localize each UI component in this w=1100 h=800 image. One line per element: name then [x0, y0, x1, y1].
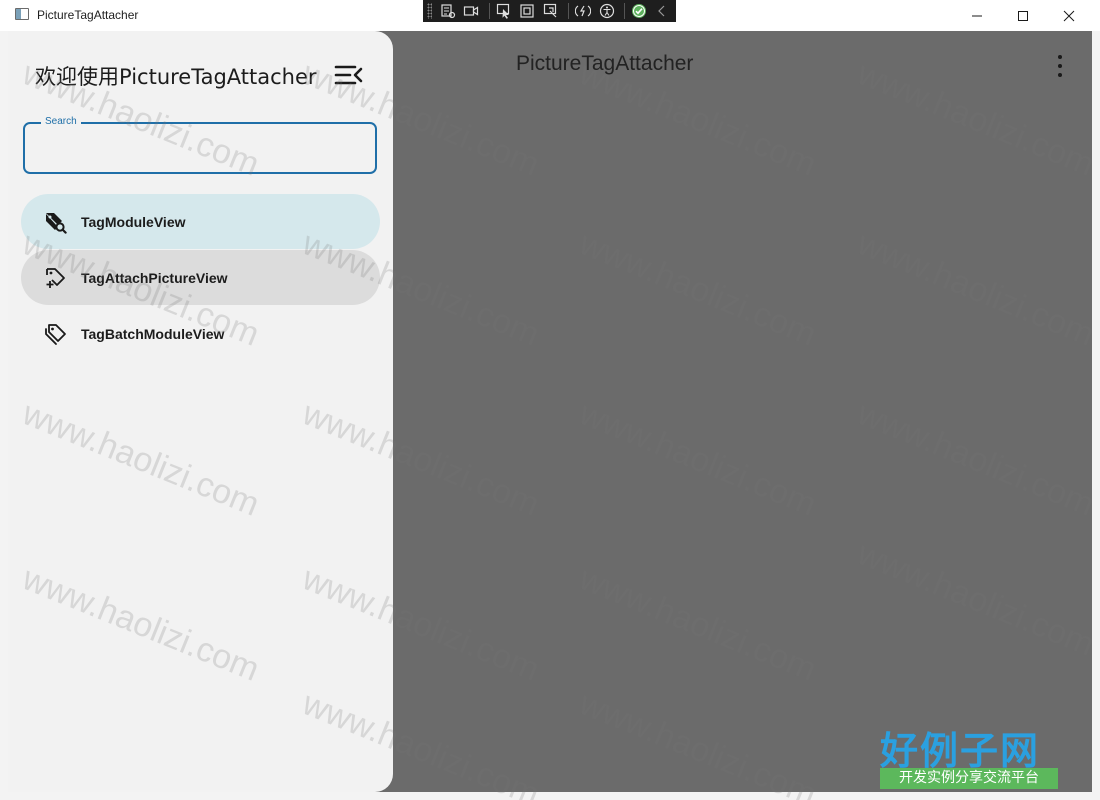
tag-search-icon — [46, 212, 67, 234]
watermark-logo-sub: 开发实例分享交流平台 — [880, 768, 1058, 789]
more-options-icon[interactable] — [1050, 55, 1070, 77]
accessibility-icon[interactable] — [597, 2, 616, 20]
hot-reload-icon[interactable] — [573, 2, 592, 20]
menu-open-icon[interactable] — [334, 64, 364, 86]
track-focus-icon[interactable] — [541, 2, 560, 20]
search-field[interactable]: Search — [23, 116, 377, 174]
check-ok-icon[interactable] — [629, 2, 648, 20]
title-bar: PictureTagAttacher — [0, 0, 1100, 31]
nav-item-label: TagBatchModuleView — [81, 325, 225, 342]
toolbar-separator — [624, 3, 626, 19]
minimize-icon — [972, 15, 982, 16]
app-icon — [15, 8, 29, 20]
maximize-icon — [1018, 10, 1028, 21]
maximize-button[interactable] — [1000, 0, 1046, 31]
window-title: PictureTagAttacher — [37, 8, 139, 22]
search-input[interactable] — [35, 138, 369, 162]
minimize-button[interactable] — [954, 0, 1000, 31]
nav-item-tag-attach-picture-view[interactable]: TagAttachPictureView — [21, 250, 380, 305]
watermark-logo: 好例子网 开发实例分享交流平台 — [880, 720, 1060, 792]
select-element-icon[interactable] — [494, 2, 513, 20]
display-layout-adorners-icon[interactable] — [518, 2, 537, 20]
tag-multiple-icon — [45, 323, 66, 345]
navigation-drawer: 欢迎使用PictureTagAttacher Search TagModuleV… — [8, 31, 393, 792]
close-button[interactable] — [1046, 0, 1092, 31]
debug-toolbar — [423, 0, 676, 22]
nav-item-tag-batch-module-view[interactable]: TagBatchModuleView — [21, 306, 380, 361]
nav-item-label: TagAttachPictureView — [81, 269, 228, 286]
collapse-toolbar-icon[interactable] — [653, 2, 672, 20]
watermark-logo-main: 好例子网 — [880, 728, 1041, 773]
app-window: PictureTagAttacher PictureTagAttacher 欢迎… — [0, 0, 1100, 800]
app-bar-title: PictureTagAttacher — [516, 52, 694, 75]
close-icon — [1063, 10, 1075, 21]
tag-add-icon — [46, 267, 65, 288]
toolbar-grip-icon[interactable] — [427, 3, 433, 19]
video-camera-icon[interactable] — [462, 2, 481, 20]
drawer-title: 欢迎使用PictureTagAttacher — [35, 65, 317, 89]
nav-item-tag-module-view[interactable]: TagModuleView — [21, 194, 380, 249]
toolbar-separator — [489, 3, 491, 19]
live-tree-icon[interactable] — [438, 2, 457, 20]
search-label: Search — [41, 116, 81, 127]
nav-item-label: TagModuleView — [81, 213, 186, 230]
toolbar-separator — [568, 3, 570, 19]
